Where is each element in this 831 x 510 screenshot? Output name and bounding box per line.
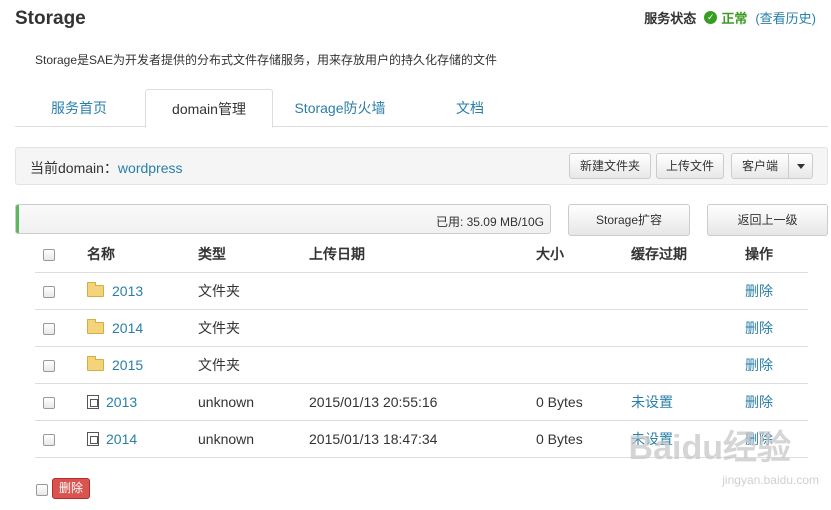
folder-icon xyxy=(87,319,104,334)
file-name-link[interactable]: 2014 xyxy=(106,431,137,447)
domain-toolbar: 当前domain：wordpress 新建文件夹 上传文件 客户端 xyxy=(15,147,828,185)
view-history-link[interactable]: (查看历史) xyxy=(755,8,816,27)
file-type: 文件夹 xyxy=(198,283,240,299)
column-header-cache-expiry: 缓存过期 xyxy=(631,246,687,262)
column-header-type: 类型 xyxy=(198,246,226,262)
service-description: Storage是SAE为开发者提供的分布式文件存储服务，用来存放用户的持久化存储… xyxy=(35,53,498,67)
column-header-name: 名称 xyxy=(87,246,115,262)
file-name-link[interactable]: 2014 xyxy=(112,320,143,336)
table-header-row: 名称 类型 上传日期 大小 缓存过期 操作 xyxy=(35,236,808,273)
column-header-upload-date: 上传日期 xyxy=(309,246,365,262)
column-header-actions: 操作 xyxy=(745,246,773,262)
file-type: 文件夹 xyxy=(198,357,240,373)
file-name-cell: 2013 xyxy=(87,273,143,310)
file-name-cell: 2014 xyxy=(87,421,137,458)
delete-link[interactable]: 删除 xyxy=(745,384,773,421)
tab-bar: 服务首页 domain管理 Storage防火墙 文档 xyxy=(15,89,828,128)
tab-domain-management[interactable]: domain管理 xyxy=(145,89,273,128)
file-size: 0 Bytes xyxy=(536,431,583,447)
table-row: 2015 文件夹 删除 xyxy=(35,347,808,384)
delete-link[interactable]: 删除 xyxy=(745,310,773,347)
file-name-cell: 2013 xyxy=(87,384,137,421)
current-domain: 当前domain：wordpress xyxy=(30,158,183,178)
page-title: Storage xyxy=(15,8,86,29)
tab-storage-firewall[interactable]: Storage防火墙 xyxy=(285,89,395,127)
file-icon xyxy=(87,432,99,446)
baidu-watermark-logo: Baidu经验 xyxy=(628,429,791,467)
file-icon xyxy=(87,395,99,409)
file-name-cell: 2015 xyxy=(87,347,143,384)
delete-link[interactable]: 删除 xyxy=(745,347,773,384)
storage-expand-button[interactable]: Storage扩容 xyxy=(568,204,690,236)
status-value: 正常 xyxy=(721,11,748,26)
folder-icon xyxy=(87,282,104,297)
file-name-cell: 2014 xyxy=(87,310,143,347)
file-size: 0 Bytes xyxy=(536,394,583,410)
row-checkbox[interactable] xyxy=(43,397,55,409)
tab-docs[interactable]: 文档 xyxy=(435,89,505,127)
table-row: 2013 unknown 2015/01/13 20:55:16 0 Bytes… xyxy=(35,384,808,421)
check-circle-icon: ✓ xyxy=(704,11,718,24)
storage-usage-text: 已用: 35.09 MB/10G xyxy=(435,215,544,229)
delete-link[interactable]: 删除 xyxy=(745,273,773,310)
upload-date: 2015/01/13 20:55:16 xyxy=(309,394,438,410)
client-dropdown-button[interactable] xyxy=(788,153,813,179)
service-status-label: 服务状态 xyxy=(644,11,697,26)
storage-usage-fill xyxy=(16,205,19,233)
file-name-link[interactable]: 2015 xyxy=(112,357,143,373)
service-status: 服务状态 ✓ 正常 (查看历史) xyxy=(644,8,816,27)
cache-expiry-link[interactable]: 未设置 xyxy=(631,384,673,421)
storage-usage-bar: 已用: 35.09 MB/10G xyxy=(15,204,551,234)
file-name-link[interactable]: 2013 xyxy=(112,283,143,299)
bulk-delete-button[interactable]: 删除 xyxy=(52,478,90,499)
row-checkbox[interactable] xyxy=(43,434,55,446)
bulk-select-checkbox[interactable] xyxy=(36,484,48,496)
folder-icon xyxy=(87,356,104,371)
file-name-link[interactable]: 2013 xyxy=(106,394,137,410)
column-header-size: 大小 xyxy=(536,246,564,262)
upload-file-button[interactable]: 上传文件 xyxy=(656,153,724,179)
row-checkbox[interactable] xyxy=(43,323,55,335)
file-type: unknown xyxy=(198,394,255,410)
back-to-parent-button[interactable]: 返回上一级 xyxy=(707,204,828,236)
new-folder-button[interactable]: 新建文件夹 xyxy=(569,153,651,179)
row-checkbox[interactable] xyxy=(43,286,55,298)
select-all-checkbox[interactable] xyxy=(43,249,55,261)
row-checkbox[interactable] xyxy=(43,360,55,372)
upload-date: 2015/01/13 18:47:34 xyxy=(309,431,438,447)
client-button[interactable]: 客户端 xyxy=(731,153,789,179)
tab-service-home[interactable]: 服务首页 xyxy=(35,89,123,127)
baidu-watermark-url: jingyan.baidu.com xyxy=(722,473,819,487)
file-type: unknown xyxy=(198,431,255,447)
caret-down-icon xyxy=(796,164,805,170)
table-row: 2014 文件夹 删除 xyxy=(35,310,808,347)
file-type: 文件夹 xyxy=(198,320,240,336)
current-domain-label: 当前domain： xyxy=(30,160,118,176)
current-domain-link[interactable]: wordpress xyxy=(118,160,183,176)
table-row: 2013 文件夹 删除 xyxy=(35,273,808,310)
